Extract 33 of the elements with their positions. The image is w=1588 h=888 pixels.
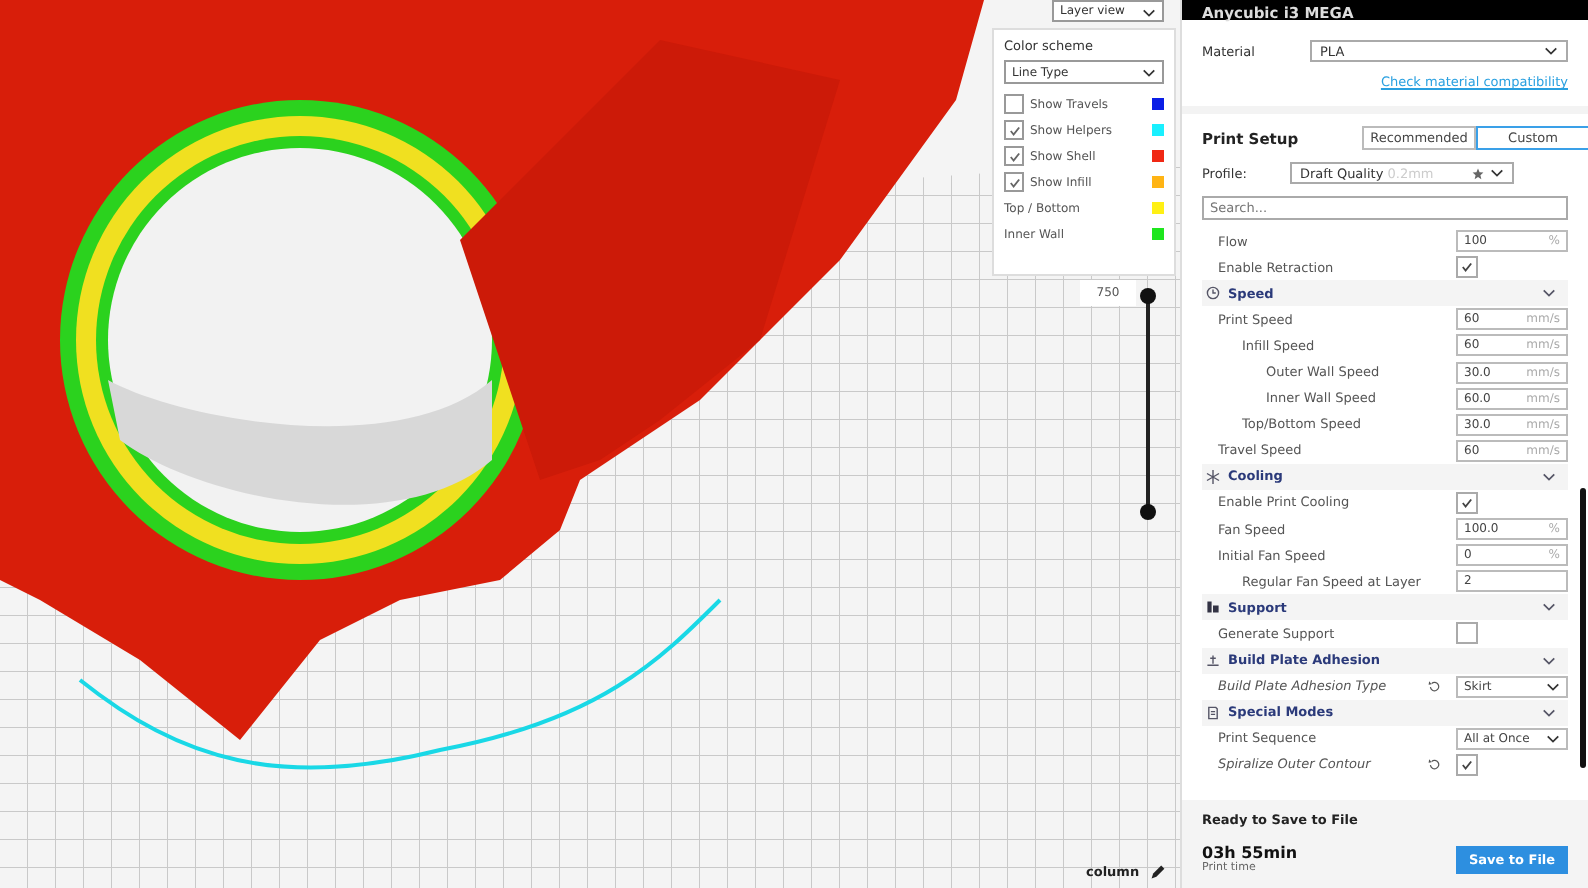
snowflake-icon [1206,469,1220,484]
chevron-down-icon[interactable] [1542,471,1556,482]
clock-icon [1206,286,1220,301]
setting-checkbox[interactable] [1456,622,1478,645]
print-time: 03h 55min [1202,844,1298,862]
checkbox[interactable] [1004,172,1024,192]
checkbox[interactable] [1004,146,1024,166]
chevron-down-icon[interactable] [1542,602,1556,613]
setting-checkbox[interactable] [1456,491,1478,514]
pencil-icon[interactable] [1149,864,1166,880]
scrollbar[interactable] [1580,488,1586,768]
reset-icon[interactable] [1428,680,1440,693]
setting-checkbox[interactable] [1456,753,1478,776]
check-icon [1460,495,1474,510]
checkbox[interactable] [1004,120,1024,140]
chevron-down-icon[interactable] [1542,655,1556,666]
reset-icon[interactable] [1428,758,1440,771]
chevron-down-icon [1142,67,1156,77]
plate-icon [1206,653,1220,668]
setting-checkbox[interactable] [1456,256,1478,279]
chevron-down-icon [1490,168,1504,178]
chevron-down-icon[interactable] [1542,707,1556,718]
checkbox[interactable] [1004,94,1024,114]
chevron-down-icon [1546,681,1560,692]
check-icon [1460,757,1474,772]
chevron-down-icon [1546,733,1560,744]
support-icon [1206,600,1220,615]
chevron-down-icon[interactable] [1542,288,1556,299]
chevron-down-icon [1142,8,1156,18]
document-icon [1206,705,1220,720]
chevron-down-icon [1544,46,1558,56]
check-icon [1460,260,1474,275]
star-icon [1472,167,1484,179]
